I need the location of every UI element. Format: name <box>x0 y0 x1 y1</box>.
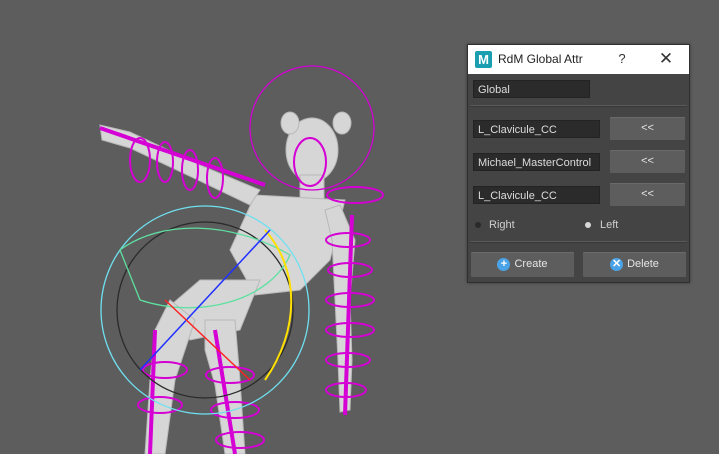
global-attr-dialog: M RdM Global Attr ? ✕ Global L_Clavicule… <box>467 44 690 283</box>
delete-icon: ✕ <box>610 257 624 271</box>
help-button[interactable]: ? <box>614 50 630 68</box>
clavicule-field-2[interactable]: L_Clavicule_CC <box>473 186 600 204</box>
load-selection-button-2[interactable]: << <box>610 150 685 173</box>
right-radio-label: Right <box>489 219 515 231</box>
create-label: Create <box>514 258 548 270</box>
global-name-field[interactable]: Global <box>473 80 590 98</box>
close-button[interactable]: ✕ <box>655 48 677 70</box>
left-radio-label: Left <box>600 219 619 231</box>
window-title: RdM Global Attr <box>498 52 583 66</box>
delete-label: Delete <box>627 258 659 270</box>
load-selection-button-3[interactable]: << <box>610 183 685 206</box>
separator <box>470 241 687 243</box>
maya-app-icon: M <box>475 51 492 68</box>
load-selection-button-1[interactable]: << <box>610 117 685 140</box>
master-control-field[interactable]: Michael_MasterControl <box>473 153 600 171</box>
clavicule-field-1[interactable]: L_Clavicule_CC <box>473 120 600 138</box>
create-button[interactable]: + Create <box>471 252 574 277</box>
separator <box>470 105 687 107</box>
delete-button[interactable]: ✕ Delete <box>583 252 686 277</box>
plus-icon: + <box>497 257 511 271</box>
left-radio[interactable] <box>585 222 591 228</box>
right-radio[interactable] <box>475 222 481 228</box>
title-bar[interactable]: M RdM Global Attr ? ✕ <box>468 45 689 74</box>
